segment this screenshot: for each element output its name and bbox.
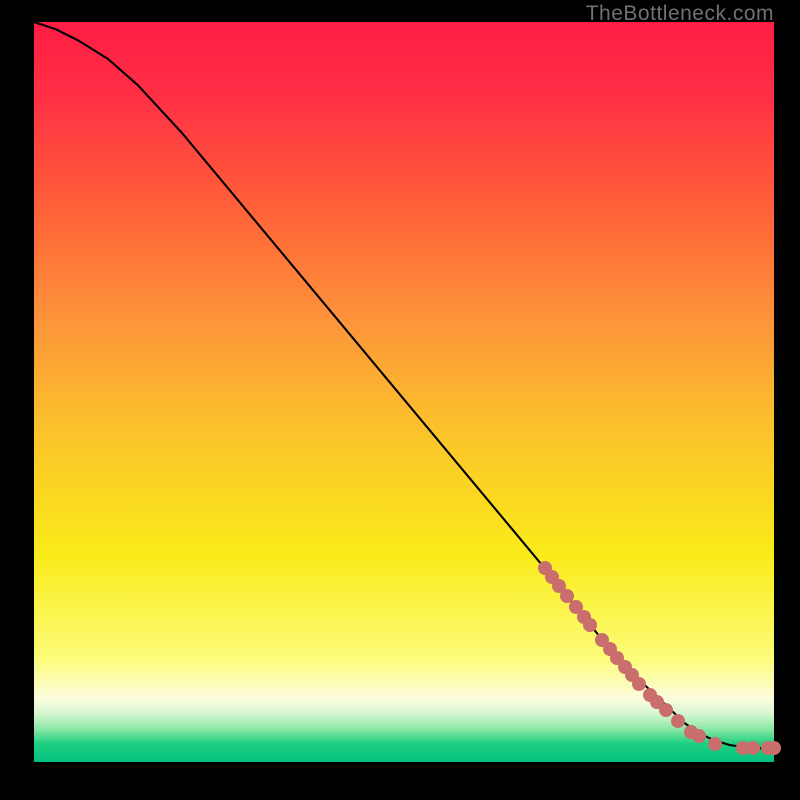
chart-plot	[34, 22, 774, 762]
gradient-background	[34, 22, 774, 762]
chart-frame	[34, 22, 774, 762]
watermark-text: TheBottleneck.com	[586, 2, 774, 26]
